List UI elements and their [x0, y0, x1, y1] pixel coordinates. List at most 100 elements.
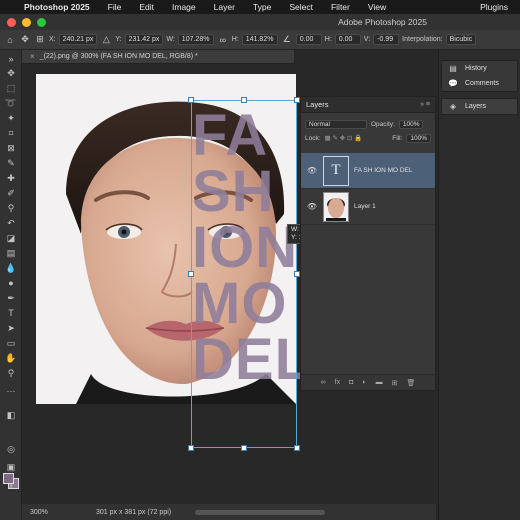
- x-field[interactable]: 240.21 px: [58, 34, 98, 45]
- interpolation-label: Interpolation:: [402, 36, 443, 43]
- default-colors-icon[interactable]: ◧: [3, 408, 19, 422]
- healing-brush-tool-icon[interactable]: ✚: [3, 171, 19, 185]
- blur-tool-icon[interactable]: 💧: [3, 261, 19, 275]
- lock-row: Lock: ▦ ✎ ✥ ⊡ 🔒 Fill: 100%: [301, 131, 435, 145]
- opacity-label: Opacity:: [371, 120, 395, 128]
- menu-type[interactable]: Type: [253, 2, 271, 12]
- lock-icons[interactable]: ▦ ✎ ✥ ⊡ 🔒: [325, 134, 363, 142]
- gradient-tool-icon[interactable]: ▤: [3, 246, 19, 260]
- new-group-icon[interactable]: ▬: [376, 379, 383, 386]
- menu-plugins[interactable]: Plugins: [480, 2, 508, 12]
- dock-layers[interactable]: ◈ Layers: [442, 99, 517, 114]
- transform-handle-middle-left[interactable]: [188, 271, 194, 277]
- reference-point-icon[interactable]: ⊞: [34, 34, 46, 45]
- crop-tool-icon[interactable]: ⌗: [3, 126, 19, 140]
- marquee-tool-icon[interactable]: ⬚: [3, 81, 19, 95]
- close-document-icon[interactable]: ×: [30, 52, 35, 61]
- horizontal-scrollbar[interactable]: [195, 509, 326, 515]
- eyedropper-tool-icon[interactable]: ✎: [3, 156, 19, 170]
- transform-handle-top-center[interactable]: [241, 97, 247, 103]
- menu-edit[interactable]: Edit: [139, 2, 154, 12]
- transform-handle-bottom-right[interactable]: [294, 445, 300, 451]
- lasso-tool-icon[interactable]: ➰: [3, 96, 19, 110]
- adjustment-layer-icon[interactable]: ◐: [362, 379, 366, 386]
- path-selection-tool-icon[interactable]: ➤: [3, 321, 19, 335]
- link-icon[interactable]: ∞: [217, 35, 229, 45]
- transform-handle-bottom-center[interactable]: [241, 445, 247, 451]
- y-label: Y:: [115, 36, 122, 43]
- lock-label: Lock:: [305, 134, 321, 142]
- add-mask-icon[interactable]: ◘: [349, 379, 353, 386]
- pen-tool-icon[interactable]: ✒: [3, 291, 19, 305]
- layer-row-text[interactable]: 👁 T FA SH ION MO DEL: [301, 153, 435, 189]
- transform-bounding-box[interactable]: [191, 100, 297, 448]
- dock-comments-label: Comments: [465, 80, 499, 87]
- transform-handle-bottom-left[interactable]: [188, 445, 194, 451]
- menu-layer[interactable]: Layer: [214, 2, 235, 12]
- menu-view[interactable]: View: [368, 2, 386, 12]
- tools-panel: » ✥ ⬚ ➰ ✦ ⌗ ⊠ ✎ ✚ ✐ ⚲ ↶ ◪ ▤ 💧 ● ✒ T ➤ ▭ …: [0, 50, 22, 520]
- dock-history-label: History: [465, 65, 487, 72]
- home-icon[interactable]: ⌂: [4, 35, 16, 45]
- screen-mode-icon[interactable]: ▣: [3, 460, 19, 474]
- eye-icon[interactable]: 👁: [305, 166, 319, 175]
- fx-icon[interactable]: fx: [335, 379, 340, 386]
- document-tab[interactable]: × _(22).png @ 300% (FA SH ION MO DEL, RG…: [22, 50, 294, 64]
- layers-panel-title[interactable]: Layers: [306, 100, 329, 109]
- eraser-tool-icon[interactable]: ◪: [3, 231, 19, 245]
- dodge-tool-icon[interactable]: ●: [3, 276, 19, 290]
- collapse-toolbar-icon[interactable]: »: [3, 52, 19, 66]
- frame-tool-icon[interactable]: ⊠: [3, 141, 19, 155]
- eye-icon[interactable]: 👁: [305, 202, 319, 211]
- delete-layer-icon[interactable]: 🗑: [406, 379, 415, 387]
- w-field[interactable]: 107.28%: [177, 34, 214, 45]
- panel-menu-icon[interactable]: » ≡: [420, 101, 430, 108]
- blend-mode-select[interactable]: Normal: [305, 119, 367, 129]
- brush-tool-icon[interactable]: ✐: [3, 186, 19, 200]
- menu-app-name[interactable]: Photoshop 2025: [24, 2, 90, 12]
- document-info[interactable]: 301 px x 381 px (72 ppi): [96, 509, 171, 516]
- x-label: X:: [49, 36, 56, 43]
- menu-select[interactable]: Select: [289, 2, 313, 12]
- right-panel-dock: ▤ History 💬 Comments ◈ Layers: [438, 50, 520, 520]
- move-tool-icon[interactable]: ✥: [3, 66, 19, 80]
- h-skew-field[interactable]: 0.00: [334, 34, 361, 45]
- fill-label: Fill:: [392, 134, 403, 142]
- foreground-color-swatch[interactable]: [3, 473, 14, 484]
- opacity-field[interactable]: 100%: [398, 119, 424, 129]
- history-brush-tool-icon[interactable]: ↶: [3, 216, 19, 230]
- transform-handle-top-left[interactable]: [188, 97, 194, 103]
- document-tab-title: _(22).png @ 300% (FA SH ION MO DEL, RGB/…: [39, 53, 198, 60]
- quick-mask-icon[interactable]: ◎: [3, 442, 19, 456]
- magic-wand-tool-icon[interactable]: ✦: [3, 111, 19, 125]
- portrait-thumbnail-icon: [324, 192, 348, 221]
- move-tool-icon[interactable]: ✥: [19, 34, 31, 45]
- type-tool-icon[interactable]: T: [3, 306, 19, 320]
- layers-icon: ◈: [449, 102, 457, 111]
- dock-comments[interactable]: 💬 Comments: [442, 76, 517, 91]
- rectangle-tool-icon[interactable]: ▭: [3, 336, 19, 350]
- interpolation-select[interactable]: Bicubic: [445, 34, 477, 45]
- v-skew-field[interactable]: -0.99: [373, 34, 400, 45]
- angle-field[interactable]: 0.00: [295, 34, 322, 45]
- menu-filter[interactable]: Filter: [331, 2, 350, 12]
- layer-row-image[interactable]: 👁 Layer 1: [301, 189, 435, 225]
- h-label: H:: [231, 36, 239, 43]
- zoom-tool-icon[interactable]: ⚲: [3, 366, 19, 380]
- link-layers-icon[interactable]: ∞: [321, 379, 326, 386]
- layer-name[interactable]: Layer 1: [354, 203, 376, 210]
- fill-field[interactable]: 100%: [406, 133, 431, 143]
- menu-image[interactable]: Image: [172, 2, 196, 12]
- delta-icon: △: [102, 34, 110, 44]
- more-tools-icon[interactable]: ···: [3, 384, 19, 398]
- hand-tool-icon[interactable]: ✋: [3, 351, 19, 365]
- status-bar: 300% 301 px x 381 px (72 ppi): [22, 504, 436, 520]
- zoom-level[interactable]: 300%: [22, 509, 62, 516]
- y-field[interactable]: 231.42 px: [124, 34, 164, 45]
- new-layer-icon[interactable]: ⊞: [392, 379, 398, 387]
- h-field[interactable]: 141.82%: [241, 34, 278, 45]
- layer-name[interactable]: FA SH ION MO DEL: [354, 167, 413, 174]
- clone-stamp-tool-icon[interactable]: ⚲: [3, 201, 19, 215]
- menu-file[interactable]: File: [108, 2, 122, 12]
- dock-history[interactable]: ▤ History: [442, 61, 517, 76]
